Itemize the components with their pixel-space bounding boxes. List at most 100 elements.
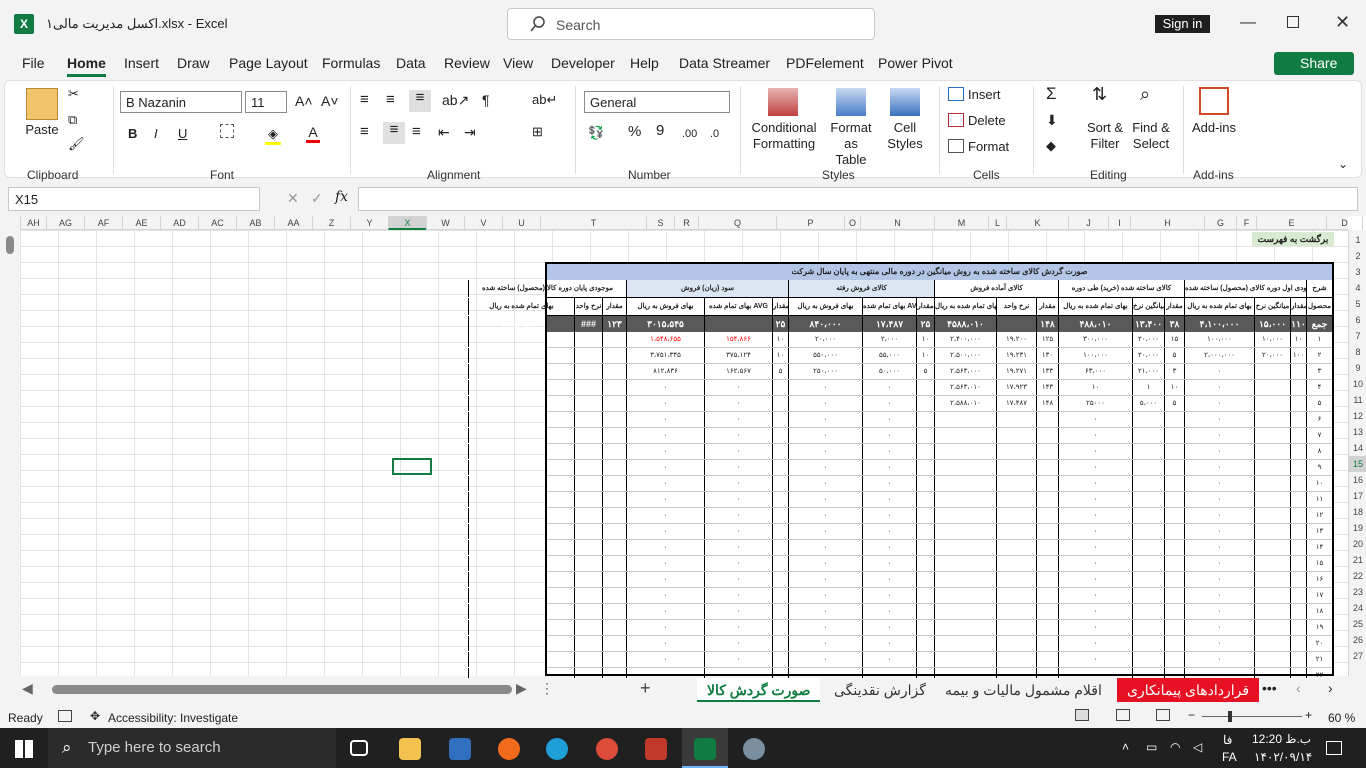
column-header[interactable]: AG <box>46 216 84 230</box>
text-direction-icon[interactable]: ¶ <box>482 92 490 108</box>
new-sheet-icon[interactable]: + <box>640 678 651 699</box>
edge-icon[interactable] <box>546 738 568 760</box>
number-format-select[interactable]: General <box>584 91 730 113</box>
column-header[interactable]: V <box>464 216 502 230</box>
firefox-icon[interactable] <box>498 738 520 760</box>
format-painter-icon[interactable]: 🖌 <box>68 136 85 152</box>
zoom-out-icon[interactable]: − <box>1188 708 1195 722</box>
fx-icon[interactable]: fx <box>335 189 348 205</box>
add-ins-button[interactable]: Add-ins <box>1188 120 1240 136</box>
row-header[interactable]: 4 <box>1349 280 1366 296</box>
fill-color-icon[interactable]: ◈ <box>265 126 281 145</box>
enter-icon[interactable]: ✓ <box>311 190 323 207</box>
row-header[interactable]: 18 <box>1349 504 1366 520</box>
find-select-icon[interactable]: ⌕ <box>1140 85 1150 103</box>
orientation-icon[interactable]: ab↗ <box>442 92 469 108</box>
grow-font-icon[interactable]: A˄ <box>295 93 313 109</box>
more-sheets-icon[interactable]: ••• <box>1262 680 1277 696</box>
tab-power-pivot[interactable]: Power Pivot <box>878 55 953 71</box>
row-header[interactable]: 16 <box>1349 472 1366 488</box>
column-header[interactable]: W <box>426 216 464 230</box>
format-as-table-icon[interactable] <box>836 88 866 116</box>
volume-icon[interactable]: ◁ <box>1193 740 1202 754</box>
taskbar-search[interactable]: Type here to search <box>48 728 336 768</box>
chrome-icon[interactable] <box>596 738 618 760</box>
row-header[interactable]: 26 <box>1349 632 1366 648</box>
close-icon[interactable]: ✕ <box>1335 12 1350 33</box>
merge-center-icon[interactable]: ⊞ <box>532 124 543 140</box>
calculator-icon[interactable] <box>449 738 471 760</box>
horizontal-scroll-thumb[interactable] <box>52 685 512 694</box>
increase-indent-icon[interactable]: ⇥ <box>464 124 476 140</box>
column-header[interactable]: AA <box>274 216 312 230</box>
column-header[interactable]: Z <box>312 216 350 230</box>
row-header[interactable]: 23 <box>1349 584 1366 600</box>
next-sheet-icon[interactable]: › <box>1328 680 1333 696</box>
delete-cells-button[interactable]: Delete <box>968 113 1006 129</box>
column-header[interactable]: H <box>1130 216 1204 230</box>
tab-page-layout[interactable]: Page Layout <box>229 55 308 71</box>
row-header[interactable]: 17 <box>1349 488 1366 504</box>
minimize-icon[interactable]: — <box>1240 14 1256 32</box>
language-indicator-code[interactable]: FA <box>1222 750 1237 764</box>
column-header[interactable]: Q <box>698 216 776 230</box>
column-header[interactable]: C <box>1362 216 1366 230</box>
row-header[interactable]: 24 <box>1349 600 1366 616</box>
align-bottom-icon[interactable]: ≡ <box>409 90 431 112</box>
column-header[interactable]: Y <box>350 216 388 230</box>
wifi-icon[interactable]: ◠ <box>1170 740 1180 754</box>
more-options-icon[interactable]: ⋮ <box>540 680 554 697</box>
shrink-font-icon[interactable]: A˅ <box>321 93 339 109</box>
fill-icon[interactable]: ⬇ <box>1046 112 1058 128</box>
column-header[interactable]: O <box>844 216 860 230</box>
underline-icon[interactable]: U <box>178 126 187 142</box>
paste-icon[interactable] <box>26 88 58 120</box>
tab-help[interactable]: Help <box>630 55 659 71</box>
tab-data[interactable]: Data <box>396 55 426 71</box>
column-header[interactable]: I <box>1108 216 1130 230</box>
tab-insert[interactable]: Insert <box>124 55 159 71</box>
wrap-text-icon[interactable]: ab↵ <box>532 92 557 108</box>
clear-icon[interactable]: ◆ <box>1046 138 1056 154</box>
column-header[interactable]: K <box>1006 216 1068 230</box>
row-header[interactable]: 7 <box>1349 328 1366 344</box>
task-view-icon[interactable] <box>350 740 368 756</box>
tab-pdfelement[interactable]: PDFelement <box>786 55 864 71</box>
column-header[interactable]: S <box>646 216 674 230</box>
decrease-decimal-icon[interactable]: .0 <box>710 126 719 142</box>
row-header[interactable]: 22 <box>1349 568 1366 584</box>
scroll-left-icon[interactable]: ◀ <box>22 680 33 697</box>
sheet-tab[interactable]: قراردادهای پیمانکاری <box>1117 678 1260 702</box>
font-name-select[interactable]: B Nazanin <box>120 91 242 113</box>
row-header[interactable]: 15 <box>1349 456 1366 472</box>
page-layout-view-icon[interactable] <box>1116 709 1130 721</box>
percent-icon[interactable]: % <box>628 124 641 140</box>
sheet-tab[interactable]: گزارش نقدینگی <box>824 678 936 702</box>
column-header[interactable]: U <box>502 216 540 230</box>
conditional-formatting-icon[interactable] <box>768 88 798 116</box>
row-header[interactable]: 13 <box>1349 424 1366 440</box>
tab-draw[interactable]: Draw <box>177 55 210 71</box>
row-header[interactable]: 6 <box>1349 312 1366 328</box>
bold-icon[interactable]: B <box>128 126 137 142</box>
row-header[interactable]: 3 <box>1349 264 1366 280</box>
column-header[interactable]: X <box>388 216 426 230</box>
tab-review[interactable]: Review <box>444 55 490 71</box>
column-header[interactable]: R <box>674 216 698 230</box>
conditional-formatting-button[interactable]: Conditional Formatting <box>750 120 818 152</box>
tab-data-streamer[interactable]: Data Streamer <box>679 55 770 71</box>
tab-file[interactable]: File <box>22 55 45 71</box>
cell-styles-button[interactable]: Cell Styles <box>884 120 926 152</box>
tab-formulas[interactable]: Formulas <box>322 55 380 71</box>
share-button[interactable]: Share <box>1274 52 1354 75</box>
scroll-right-icon[interactable]: ▶ <box>516 680 527 697</box>
column-header[interactable]: J <box>1068 216 1108 230</box>
font-size-select[interactable]: 11 <box>245 91 287 113</box>
paint-icon[interactable] <box>743 738 765 760</box>
formula-input[interactable] <box>358 187 1358 211</box>
zoom-level[interactable]: 60 % <box>1328 711 1355 725</box>
normal-view-icon[interactable] <box>1075 709 1089 721</box>
column-header[interactable]: AF <box>84 216 122 230</box>
paste-button[interactable]: Paste <box>22 122 62 138</box>
language-indicator[interactable]: فا <box>1223 733 1232 747</box>
